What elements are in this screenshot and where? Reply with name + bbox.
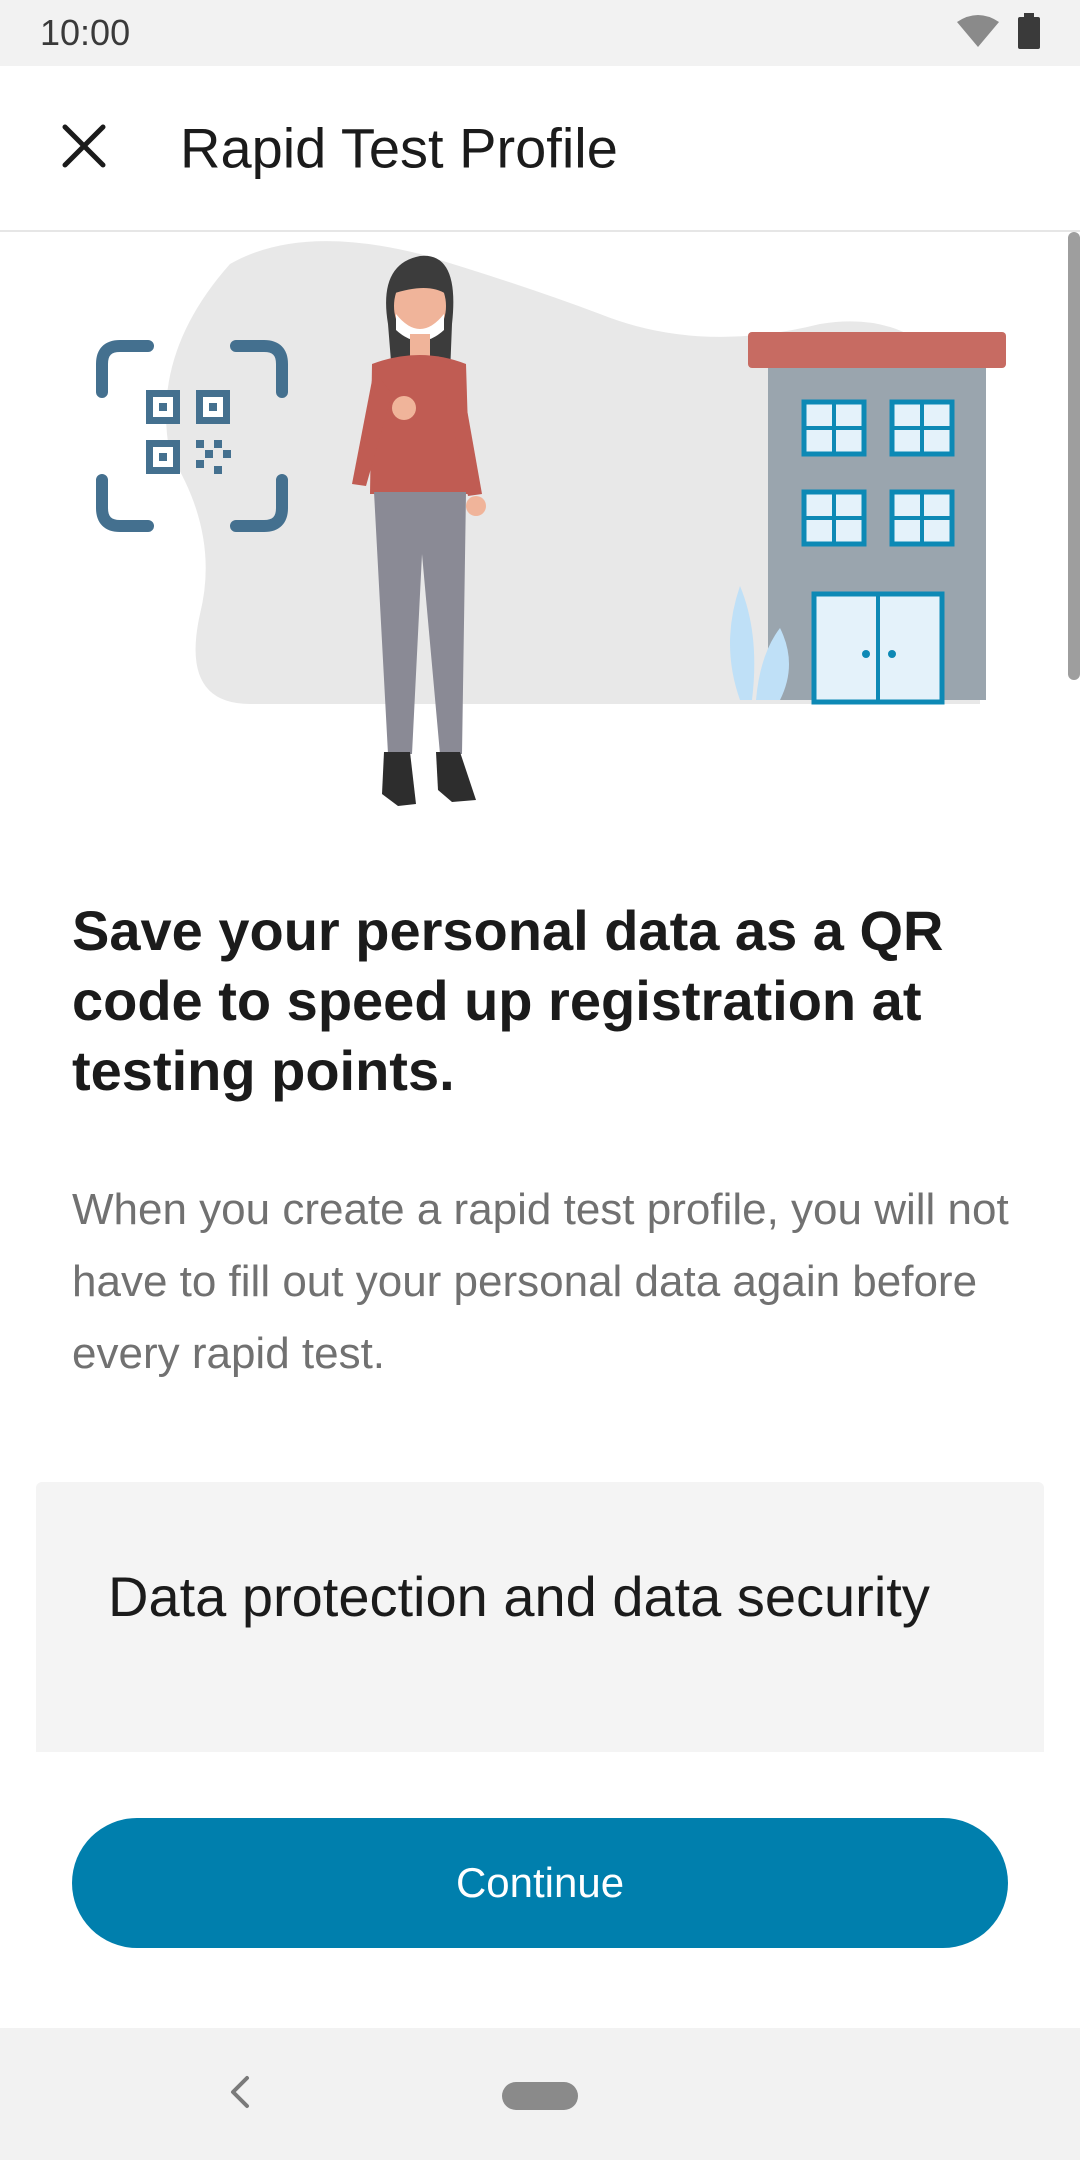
description-text: When you create a rapid test profile, yo… (72, 1185, 1009, 1378)
privacy-card[interactable]: Data protection and data security (36, 1482, 1044, 1752)
building-icon (730, 332, 1006, 705)
close-button[interactable] (48, 112, 120, 184)
privacy-card-title: Data protection and data security (108, 1565, 930, 1628)
rapid-test-illustration (96, 241, 1006, 806)
home-pill-icon[interactable] (502, 2082, 578, 2110)
status-time: 10:00 (40, 12, 131, 53)
status-bar: 10:00 (0, 0, 1080, 66)
back-chevron-icon (229, 2075, 251, 2114)
continue-button[interactable]: Continue (72, 1818, 1008, 1948)
close-icon (61, 123, 107, 174)
back-button[interactable] (214, 2068, 266, 2120)
wifi-icon (956, 14, 1000, 53)
content-scroll-area[interactable]: Save your personal data as a QR code to … (0, 234, 1080, 2028)
status-icons (956, 12, 1040, 54)
page-title: Rapid Test Profile (180, 116, 618, 180)
battery-icon (1018, 12, 1040, 54)
app-bar: Rapid Test Profile (0, 66, 1080, 232)
headline: Save your personal data as a QR code to … (72, 899, 944, 1102)
system-nav-bar (0, 2028, 1080, 2160)
